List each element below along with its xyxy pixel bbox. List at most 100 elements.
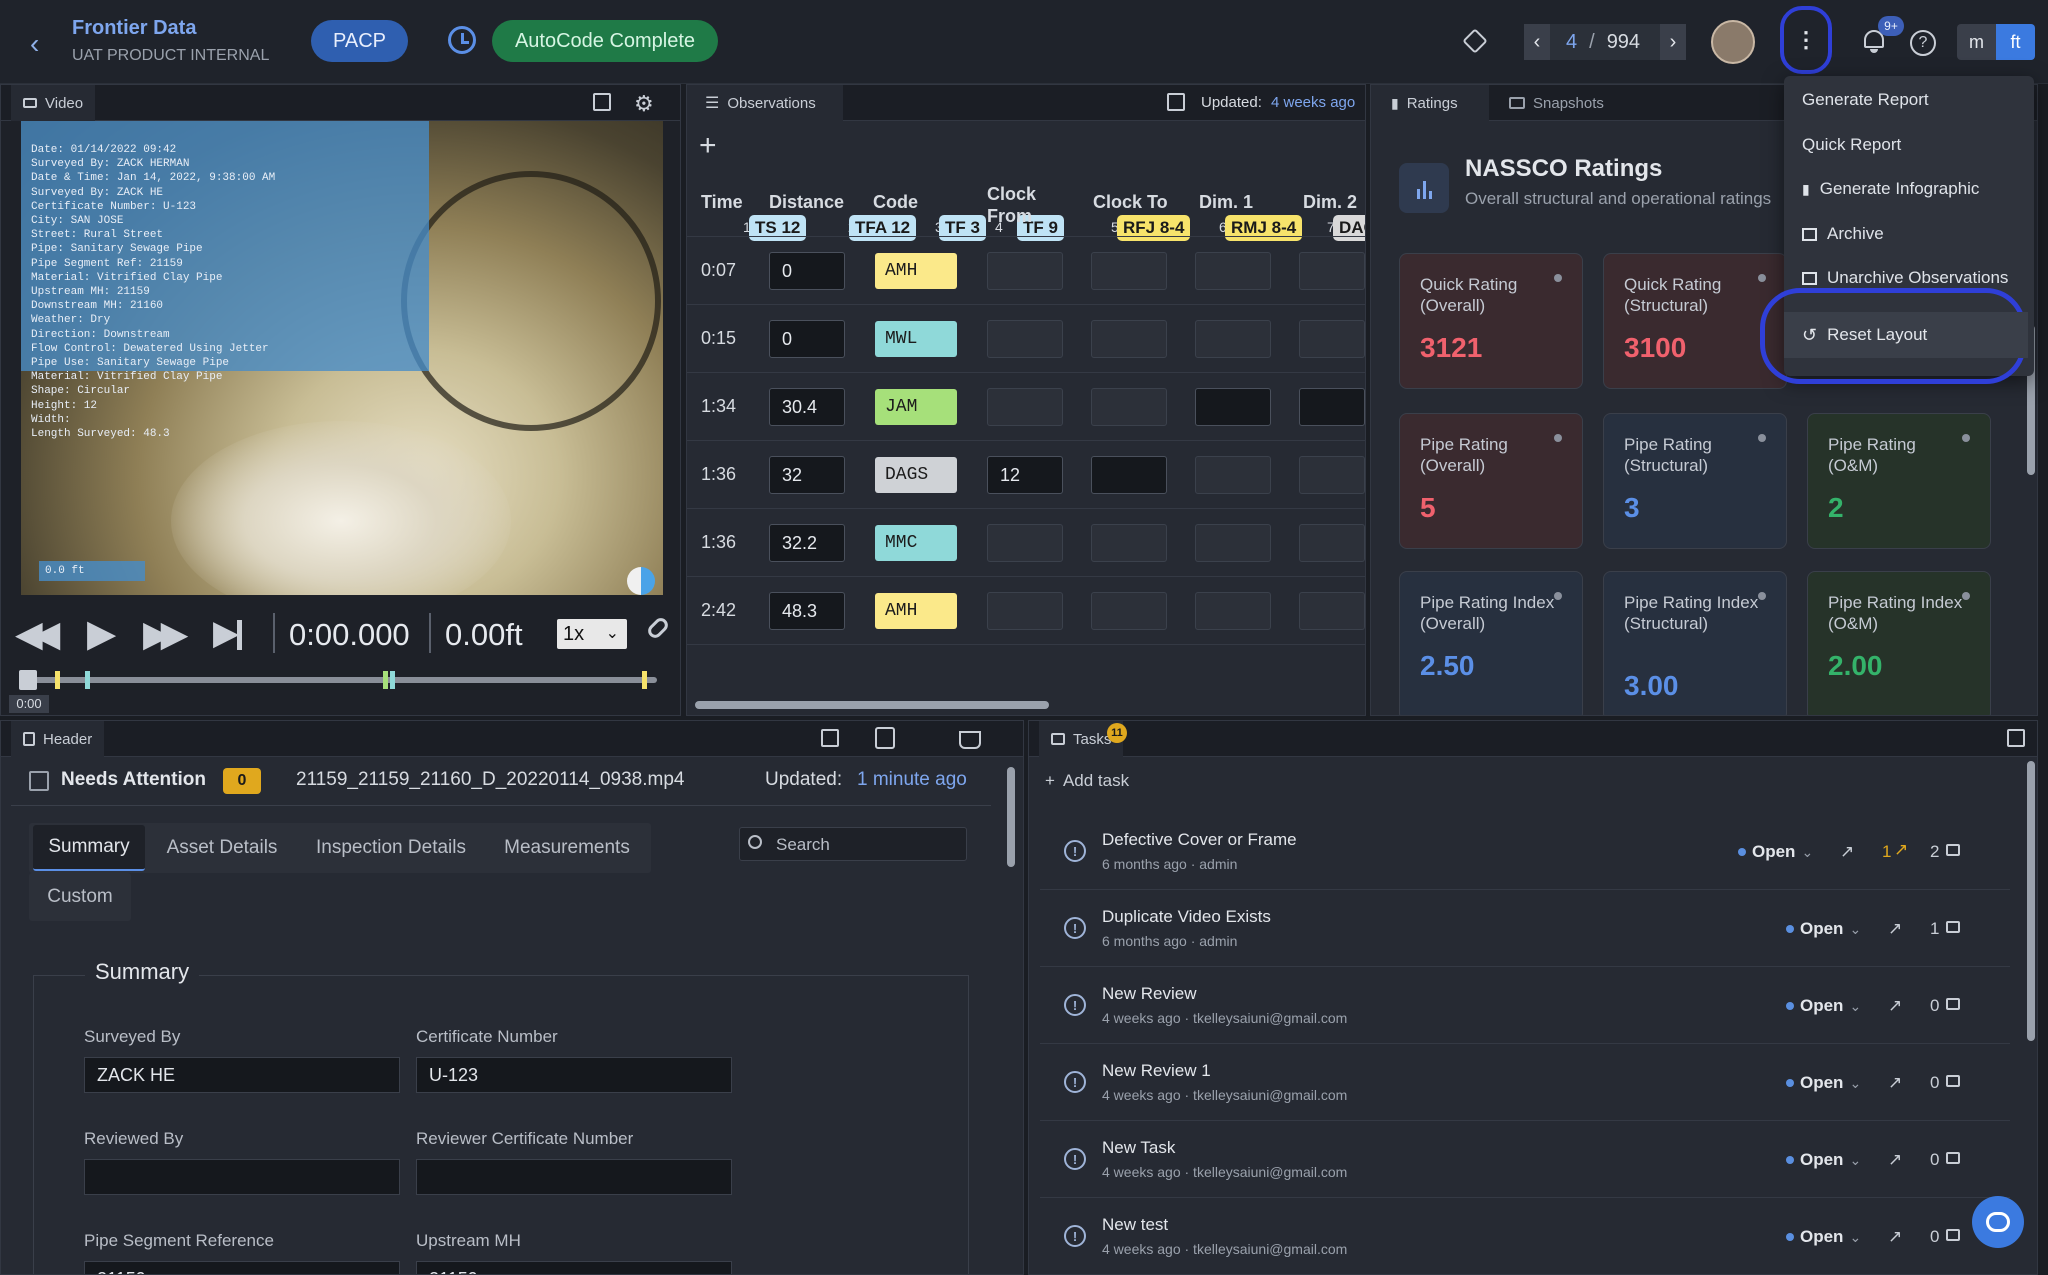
marker-teal[interactable]: [85, 671, 90, 689]
autocode-status-button[interactable]: AutoCode Complete: [492, 20, 718, 62]
field-pipe-segment-reference[interactable]: 21159: [84, 1261, 400, 1274]
distance-input[interactable]: 0: [769, 252, 845, 290]
tab-ratings[interactable]: ▮ Ratings: [1371, 85, 1489, 121]
clock-from-input[interactable]: [987, 252, 1063, 290]
field-upstream-mh[interactable]: 21159: [416, 1261, 732, 1274]
history-icon[interactable]: [448, 26, 476, 54]
clock-to-input[interactable]: [1091, 252, 1167, 290]
code-badge[interactable]: DAGS: [875, 457, 957, 493]
horizontal-scrollbar[interactable]: [695, 701, 1049, 709]
unit-feet-button[interactable]: ft: [1996, 24, 2035, 60]
marker-yellow[interactable]: [55, 671, 60, 689]
play-icon[interactable]: ▶: [87, 611, 116, 656]
popout-icon[interactable]: [2007, 729, 2025, 747]
import-icon[interactable]: [875, 727, 895, 749]
task-status-select[interactable]: Open ⌄: [1786, 1150, 1861, 1170]
progress-track[interactable]: [19, 677, 657, 683]
tab-inspection-details[interactable]: Inspection Details: [299, 825, 483, 871]
clock-from-input[interactable]: [987, 524, 1063, 562]
task-status-select[interactable]: Open ⌄: [1786, 919, 1861, 939]
dim1-input[interactable]: [1195, 524, 1271, 562]
dim2-input[interactable]: [1299, 252, 1365, 290]
dim2-input[interactable]: [1299, 456, 1365, 494]
task-item[interactable]: ! Defective Cover or Frame 6 months ago · …: [1040, 814, 2010, 890]
menu-archive[interactable]: Archive: [1802, 224, 1884, 244]
menu-quick-report[interactable]: Quick Report: [1802, 135, 1901, 155]
distance-input[interactable]: 32.2: [769, 524, 845, 562]
dim1-input[interactable]: [1195, 456, 1271, 494]
speed-select[interactable]: 1x ⌄: [557, 619, 627, 649]
clock-to-input[interactable]: [1091, 320, 1167, 358]
dim2-input[interactable]: [1299, 388, 1365, 426]
page-current[interactable]: 4: [1566, 31, 1577, 54]
tab-asset-details[interactable]: Asset Details: [153, 825, 291, 871]
dim1-input[interactable]: [1195, 320, 1271, 358]
tasks-scrollbar[interactable]: [2027, 761, 2035, 1041]
next-page-icon[interactable]: ›: [1660, 24, 1686, 60]
trend-icon[interactable]: ↗: [1888, 996, 1902, 1016]
tab-observations[interactable]: ☰ Observations: [687, 85, 843, 121]
code-badge[interactable]: AMH: [875, 593, 957, 629]
trend-icon[interactable]: ↗: [1888, 1073, 1902, 1093]
tab-custom[interactable]: Custom: [29, 873, 131, 921]
dim2-input[interactable]: [1299, 592, 1365, 630]
code-badge[interactable]: JAM: [875, 389, 957, 425]
dim1-input[interactable]: [1195, 388, 1271, 426]
skip-end-icon[interactable]: ▶: [213, 613, 243, 653]
help-icon[interactable]: ?: [1910, 30, 1936, 56]
distance-input[interactable]: 0: [769, 320, 845, 358]
tab-measurements[interactable]: Measurements: [491, 825, 643, 871]
comment-icon[interactable]: [1946, 1075, 1960, 1087]
table-row[interactable]: 0:15 0 MWL: [687, 305, 1365, 373]
dim2-input[interactable]: [1299, 320, 1365, 358]
prev-page-icon[interactable]: ‹: [1524, 24, 1550, 60]
marker-teal-2[interactable]: [390, 671, 395, 689]
tab-snapshots[interactable]: Snapshots: [1495, 85, 1616, 121]
tab-summary[interactable]: Summary: [33, 825, 145, 871]
clock-from-input[interactable]: [987, 388, 1063, 426]
rating-card[interactable]: Pipe Rating Index (Structural) 3.00: [1603, 571, 1787, 715]
table-row[interactable]: 1:34 30.4 JAM: [687, 373, 1365, 441]
distance-input[interactable]: 32: [769, 456, 845, 494]
clock-from-input[interactable]: [987, 592, 1063, 630]
marker-green[interactable]: [383, 671, 388, 689]
table-row[interactable]: 1:36 32 DAGS 12: [687, 441, 1365, 509]
video-frame[interactable]: Date: 01/14/2022 09:42 Surveyed By: ZACK …: [21, 121, 663, 595]
add-observation-icon[interactable]: +: [699, 129, 717, 163]
task-status-select[interactable]: Open ⌄: [1738, 842, 1813, 862]
menu-reset-layout[interactable]: ↺ Reset Layout: [1784, 312, 2028, 358]
trend-icon[interactable]: ↗: [1840, 842, 1854, 862]
popout-icon[interactable]: [821, 729, 839, 747]
code-badge[interactable]: MWL: [875, 321, 957, 357]
dim1-input[interactable]: [1195, 252, 1271, 290]
clock-to-input[interactable]: [1091, 524, 1167, 562]
code-badge[interactable]: AMH: [875, 253, 957, 289]
field-certificate-number[interactable]: U-123: [416, 1057, 732, 1093]
menu-generate-infographic[interactable]: ▮ Generate Infographic: [1802, 179, 1979, 199]
marker-yellow-2[interactable]: [642, 671, 647, 689]
fast-forward-icon[interactable]: ▶▶: [143, 613, 188, 655]
pacp-button[interactable]: PACP: [311, 20, 408, 62]
settings-gear-icon[interactable]: ⚙: [634, 91, 654, 117]
rating-card[interactable]: Pipe Rating (O&M) 2: [1807, 413, 1991, 549]
table-row[interactable]: 2:42 48.3 AMH: [687, 577, 1365, 645]
needs-attention-checkbox[interactable]: [29, 771, 49, 791]
progress-handle[interactable]: [19, 670, 37, 690]
user-avatar[interactable]: [1711, 20, 1755, 64]
trend-icon[interactable]: ↗: [1888, 1227, 1902, 1247]
task-status-select[interactable]: Open ⌄: [1786, 1227, 1861, 1247]
task-item[interactable]: ! New test 4 weeks ago · tkelleysaiuni@gma…: [1040, 1199, 2010, 1275]
comment-icon[interactable]: [1946, 998, 1960, 1010]
comment-icon[interactable]: [1946, 1229, 1960, 1241]
table-row[interactable]: 1:36 32.2 MMC: [687, 509, 1365, 577]
comment-icon[interactable]: [1946, 1152, 1960, 1164]
distance-input[interactable]: 48.3: [769, 592, 845, 630]
back-icon[interactable]: ‹: [30, 28, 39, 60]
task-item[interactable]: ! New Review 4 weeks ago · tkelleysaiuni@g…: [1040, 968, 2010, 1044]
clock-from-input[interactable]: [987, 320, 1063, 358]
task-item[interactable]: ! New Review 1 4 weeks ago · tkelleysaiuni…: [1040, 1045, 2010, 1121]
tag-icon[interactable]: [1462, 28, 1488, 54]
field-reviewed-by[interactable]: [84, 1159, 400, 1195]
clock-to-input[interactable]: [1091, 456, 1167, 494]
table-row[interactable]: 0:07 0 AMH: [687, 237, 1365, 305]
